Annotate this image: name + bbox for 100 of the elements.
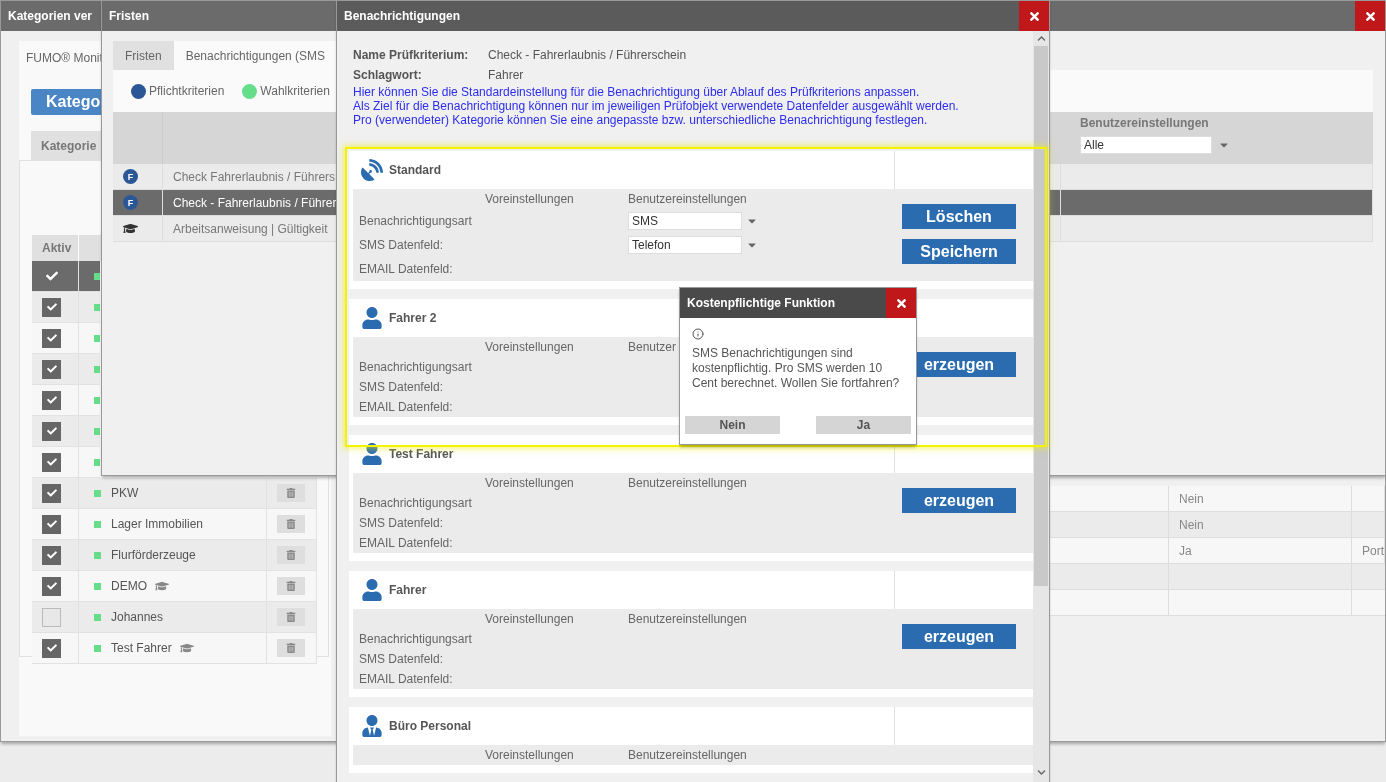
- status-square: [94, 334, 100, 342]
- info-label: Name Prüfkriterium:: [353, 48, 470, 62]
- table-cell: Ja: [1179, 543, 1192, 558]
- checkbox[interactable]: [42, 421, 61, 441]
- field-label: Benachrichtigungsart: [359, 214, 472, 228]
- action-button[interactable]: erzeugen: [902, 488, 1016, 513]
- recipient-name: Test Fahrer: [389, 447, 454, 461]
- delete-button[interactable]: [277, 608, 305, 626]
- status-square: [94, 272, 100, 280]
- delete-button[interactable]: [277, 546, 305, 564]
- criterion-badge: F: [123, 169, 138, 184]
- trash-icon: [286, 488, 296, 498]
- close-icon: [1363, 9, 1377, 23]
- checkbox[interactable]: [42, 297, 61, 317]
- status-square: [94, 489, 101, 497]
- tab[interactable]: Benachrichtigungen (SMS: [173, 41, 337, 70]
- close-button[interactable]: [1019, 1, 1049, 31]
- tab[interactable]: Fristen: [113, 41, 174, 70]
- status-square: [94, 520, 101, 528]
- trash-icon: [286, 612, 296, 622]
- recipient-name: Fahrer: [389, 583, 427, 597]
- category-name: Johannes: [111, 610, 164, 624]
- dialog-button[interactable]: Nein: [685, 416, 780, 434]
- filter-select[interactable]: Alle: [1080, 136, 1212, 154]
- delete-button[interactable]: [277, 515, 305, 533]
- user-icon: [361, 443, 383, 465]
- select-field[interactable]: SMS: [628, 212, 742, 230]
- legend-label: Wahlkriterien: [260, 84, 330, 98]
- brand-text: FUMO® Monit: [26, 51, 103, 65]
- chevron-down-icon[interactable]: [1036, 768, 1046, 777]
- check-icon: [46, 643, 57, 653]
- table-row[interactable]: [32, 385, 100, 416]
- table-row[interactable]: [32, 416, 100, 447]
- table-row[interactable]: [32, 261, 100, 292]
- table-row[interactable]: PKW: [32, 478, 317, 509]
- field-label: SMS Datenfeld:: [359, 516, 444, 530]
- checkbox[interactable]: [42, 607, 61, 627]
- delete-button[interactable]: [277, 577, 305, 595]
- info-value: Fahrer: [488, 68, 524, 82]
- checkbox[interactable]: [42, 483, 61, 503]
- status-square: [94, 458, 100, 466]
- table-row[interactable]: Lager Immobilien: [32, 509, 317, 540]
- category-button[interactable]: Katego: [31, 89, 101, 115]
- column-header: Aktiv: [42, 241, 72, 255]
- checkbox[interactable]: [42, 545, 61, 565]
- checkbox[interactable]: [42, 576, 61, 596]
- close-icon: [1027, 9, 1041, 23]
- checkbox[interactable]: [42, 359, 61, 379]
- dialog-message: SMS Benachrichtigungen sind kostenpflichtig. Pro SMS werden 10 Cent berechnet. Wollen Sie fortfahren?: [692, 346, 901, 391]
- checkbox[interactable]: [42, 638, 61, 658]
- action-button[interactable]: Löschen: [902, 204, 1016, 229]
- dialog-button[interactable]: Ja: [816, 416, 911, 434]
- column-header: Benutzereinstellungen: [628, 192, 747, 206]
- column-header: Benutzereinstellungen: [1080, 116, 1210, 130]
- checkbox[interactable]: [42, 390, 61, 410]
- checkbox[interactable]: [42, 328, 61, 348]
- scrollbar[interactable]: [1033, 31, 1049, 782]
- close-icon: [894, 296, 908, 310]
- field-label: SMS Datenfeld:: [359, 652, 444, 666]
- table-row[interactable]: Test Fahrer: [32, 633, 317, 664]
- hint-text: Als Ziel für die Benachrichtigung können nur im jeweiligen Prüfobjekt verwendete Datenfelder ausgewählt werden.: [352, 99, 959, 113]
- check-icon: [46, 457, 57, 467]
- checkbox[interactable]: [42, 452, 61, 472]
- check-icon: [46, 364, 57, 374]
- checkbox[interactable]: [42, 514, 61, 534]
- field-label: SMS Datenfeld:: [359, 238, 444, 252]
- table-row[interactable]: [32, 292, 100, 323]
- table-row[interactable]: DEMO: [32, 571, 317, 602]
- user-icon: [361, 307, 383, 329]
- user-tie-icon: [361, 715, 383, 737]
- column-header: Voreinstellungen: [485, 748, 574, 762]
- field-label: EMAIL Datenfeld:: [359, 536, 453, 550]
- column-header: Voreinstellungen: [485, 340, 574, 354]
- status-square: [94, 365, 100, 373]
- action-button[interactable]: erzeugen: [902, 624, 1016, 649]
- categories-tab[interactable]: Kategorie: [31, 131, 101, 160]
- trash-icon: [286, 643, 296, 653]
- delete-button[interactable]: [277, 639, 305, 657]
- select-field[interactable]: Telefon: [628, 236, 742, 254]
- field-label: SMS Datenfeld:: [359, 380, 444, 394]
- field-label: EMAIL Datenfeld:: [359, 672, 453, 686]
- satellite-dish-icon: [361, 159, 383, 181]
- info-icon: [692, 328, 704, 340]
- chevron-up-icon[interactable]: [1036, 34, 1046, 43]
- table-row[interactable]: Johannes: [32, 602, 317, 633]
- table-row[interactable]: Flurförderzeuge: [32, 540, 317, 571]
- table-row[interactable]: [32, 323, 100, 354]
- column-header: Voreinstellungen: [485, 192, 574, 206]
- delete-button[interactable]: [277, 484, 305, 502]
- table-row[interactable]: [32, 354, 100, 385]
- category-name: PKW: [111, 486, 139, 500]
- table-row[interactable]: [32, 447, 100, 478]
- close-button[interactable]: [1355, 1, 1385, 31]
- legend-label: Pflichtkriterien: [149, 84, 225, 98]
- close-button[interactable]: [886, 288, 916, 318]
- column-header: Benutzereinstellungen: [628, 476, 747, 490]
- check-icon: [46, 426, 57, 436]
- action-button[interactable]: Speichern: [902, 239, 1016, 264]
- check-icon[interactable]: [46, 270, 58, 282]
- column-header: Voreinstellungen: [485, 612, 574, 626]
